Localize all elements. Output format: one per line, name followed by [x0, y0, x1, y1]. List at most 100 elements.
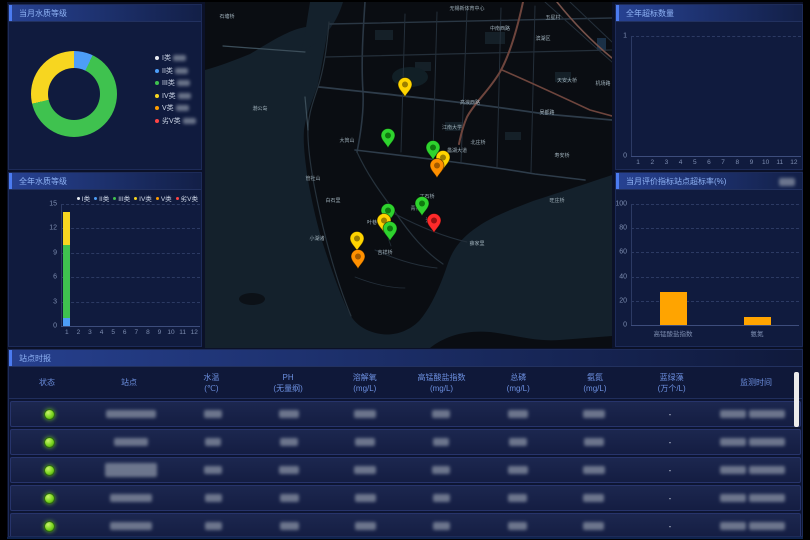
- bar-segment[interactable]: [63, 245, 70, 318]
- map-label: 江南大学: [442, 124, 462, 131]
- x-tick-label: 2: [650, 159, 654, 166]
- column-header-7: 氨氮(mg/L): [557, 372, 634, 394]
- x-tick-label: 8: [735, 159, 739, 166]
- legend-item[interactable]: III类: [113, 193, 130, 203]
- gridline: [61, 253, 200, 254]
- column-header-4: 溶解氧(mg/L): [326, 372, 403, 394]
- algae-cell: -: [632, 410, 708, 419]
- x-tick-label: 1: [65, 329, 69, 336]
- gridline: [631, 252, 799, 253]
- gridline: [631, 36, 801, 37]
- column-header-5: 高锰酸盐指数(mg/L): [403, 372, 480, 394]
- table-scrollbar-thumb[interactable]: [794, 372, 799, 427]
- value-redacted: [280, 522, 299, 530]
- legend-item[interactable]: III类: [155, 77, 196, 90]
- legend-dot: [155, 69, 159, 73]
- legend-value-redacted: [173, 55, 186, 61]
- value-cell: [175, 494, 251, 503]
- value-cell: [251, 438, 327, 447]
- yearly-grade-chart[interactable]: 03691215123456789101112: [61, 204, 200, 326]
- column-unit: (无量纲): [250, 383, 327, 394]
- header-link-redacted[interactable]: [779, 178, 795, 186]
- gridline: [61, 302, 200, 303]
- status-cell: [11, 493, 87, 504]
- bar-segment[interactable]: [63, 318, 70, 326]
- station-name-redacted: [105, 463, 157, 477]
- legend-dot: [156, 197, 159, 200]
- y-tick-label: 3: [53, 298, 61, 305]
- time-redacted: [720, 494, 746, 502]
- value-redacted: [205, 522, 222, 530]
- value-cell: [175, 522, 251, 531]
- time-cell: [708, 522, 800, 531]
- table-row[interactable]: -: [10, 401, 801, 427]
- table-row[interactable]: -: [10, 457, 801, 483]
- map-label: 中南西路: [490, 25, 510, 32]
- status-cell: [11, 521, 87, 532]
- bar-segment[interactable]: [63, 212, 70, 245]
- legend-item[interactable]: I类: [77, 193, 90, 203]
- station-cell: [87, 438, 175, 447]
- x-tick-label: 8: [146, 329, 150, 336]
- x-tick-label: 7: [721, 159, 725, 166]
- bar[interactable]: [660, 292, 687, 325]
- algae-cell: -: [632, 466, 708, 475]
- bar[interactable]: [744, 317, 771, 325]
- legend-item[interactable]: I类: [155, 52, 196, 65]
- column-unit: (mg/L): [480, 383, 557, 394]
- table-row[interactable]: -: [10, 513, 801, 537]
- station-cell: [87, 410, 175, 419]
- column-name: 站点: [85, 377, 173, 388]
- value-redacted: [583, 522, 604, 530]
- legend-item[interactable]: II类: [155, 65, 196, 78]
- legend-value-redacted: [177, 80, 190, 86]
- value-cell: [480, 410, 556, 419]
- value-redacted: [205, 438, 221, 446]
- legend-label: IV类: [162, 91, 176, 101]
- map-label: 小湖渚: [309, 235, 324, 242]
- table-section-title: 站点时报: [19, 354, 51, 363]
- value-redacted: [433, 438, 449, 446]
- column-header-0: 状态: [9, 377, 85, 388]
- station-map[interactable]: 石塘桥无锡新体育中心中南西路五星村滨湖区天安大桥机场路高浪西路吴都路江南大学北庄…: [205, 2, 612, 348]
- legend-item[interactable]: II类: [94, 193, 109, 203]
- value-redacted: [354, 410, 376, 418]
- table-row[interactable]: -: [10, 485, 801, 511]
- status-dot-normal: [44, 409, 55, 420]
- panel-header: 当月水质等级: [9, 5, 201, 22]
- legend-item[interactable]: 劣V类: [155, 115, 196, 128]
- legend-label: II类: [99, 193, 109, 203]
- legend-item[interactable]: V类: [156, 193, 172, 203]
- legend-item[interactable]: V类: [155, 102, 196, 115]
- status-cell: [11, 409, 87, 420]
- value-redacted: [583, 410, 605, 418]
- monthly-exceed-rate-chart[interactable]: 020406080100高锰酸盐指数氨氮: [631, 204, 799, 325]
- value-cell: [556, 438, 632, 447]
- value-redacted: [204, 410, 222, 418]
- map-label: 机场路: [595, 80, 610, 87]
- legend-item[interactable]: 劣V类: [176, 193, 198, 203]
- monthly-grade-donut-chart[interactable]: [31, 51, 117, 137]
- table-row[interactable]: -: [10, 429, 801, 455]
- value-cell: [175, 410, 251, 419]
- column-header-3: PH(无量纲): [250, 372, 327, 394]
- value-cell: [175, 438, 251, 447]
- column-header-2: 水温(℃): [173, 372, 250, 394]
- value-cell: [251, 494, 327, 503]
- y-tick-label: 9: [53, 249, 61, 256]
- yearly-exceed-count-chart[interactable]: 01123456789101112: [631, 36, 801, 156]
- value-cell: [251, 410, 327, 419]
- x-tick-label: 4: [100, 329, 104, 336]
- column-header-8: 蓝绿藻(万个/L): [633, 372, 710, 394]
- value-cell: [403, 466, 479, 475]
- legend-dot: [77, 197, 80, 200]
- value-redacted: [354, 466, 376, 474]
- legend-item[interactable]: IV类: [134, 193, 152, 203]
- value-redacted: [509, 438, 527, 446]
- column-name: 状态: [9, 377, 85, 388]
- y-tick-label: 0: [623, 153, 631, 160]
- legend-item[interactable]: IV类: [155, 90, 196, 103]
- time-redacted: [720, 522, 746, 530]
- column-name: 总磷: [480, 372, 557, 383]
- x-tick-label: 7: [134, 329, 138, 336]
